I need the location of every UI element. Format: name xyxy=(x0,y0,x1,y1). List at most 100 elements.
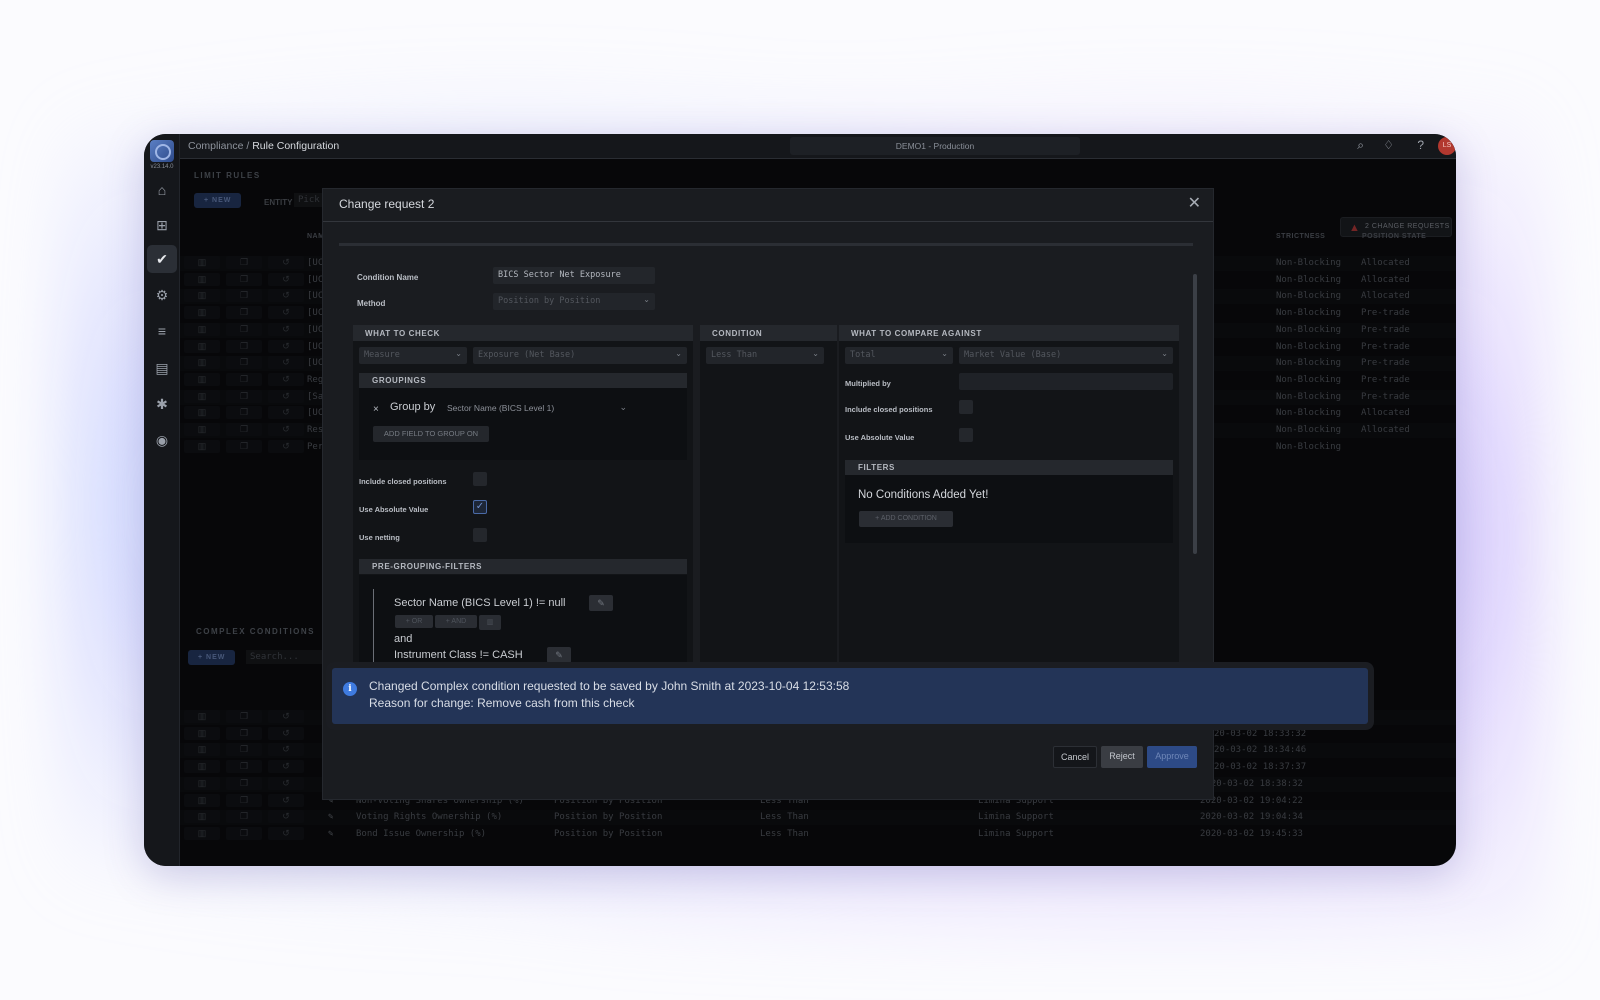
trash-icon: ▥ xyxy=(486,619,494,626)
condition-select[interactable]: Less Than ⌄ xyxy=(706,347,824,364)
add-or-button[interactable]: + OR xyxy=(395,615,433,628)
group-by-select[interactable]: Sector Name (BICS Level 1) ⌄ xyxy=(447,402,627,416)
app-window: v23.14.0 ⌂ ⊞ ✔ ⚙ ≡ ▤ ✱ ◉ Compliance / Ru… xyxy=(144,134,1456,866)
add-and-button[interactable]: + AND xyxy=(435,615,477,628)
compare-header: WHAT TO COMPARE AGAINST xyxy=(839,325,1179,341)
breadcrumb: Compliance / Rule Configuration xyxy=(188,140,339,152)
add-condition-button[interactable]: + ADD CONDITION xyxy=(859,511,953,527)
gears-icon: ⚙ xyxy=(155,286,169,303)
modal-title: Change request 2 xyxy=(339,197,435,211)
add-field-to-group-button[interactable]: ADD FIELD TO GROUP ON xyxy=(373,426,489,442)
method-value: Position by Position xyxy=(498,296,601,306)
filters-header: FILTERS xyxy=(845,460,1173,475)
measure-select[interactable]: Measure ⌄ xyxy=(359,347,467,364)
use-absolute-checkbox[interactable]: ✓ xyxy=(473,500,487,514)
approve-button[interactable]: Approve xyxy=(1147,746,1197,768)
toast-message: Changed Complex condition requested to b… xyxy=(369,679,850,693)
search-icon[interactable]: ⌕ xyxy=(1357,138,1364,153)
filters-box: No Conditions Added Yet! + ADD CONDITION xyxy=(845,475,1173,543)
environment-selector[interactable]: DEMO1 - Production xyxy=(790,137,1080,155)
home-icon: ⌂ xyxy=(157,182,167,198)
toast-reason: Reason for change: Remove cash from this… xyxy=(369,696,635,710)
group-by-value: Sector Name (BICS Level 1) xyxy=(447,403,555,413)
multiplied-by-input[interactable] xyxy=(959,373,1173,390)
groupings-header: GROUPINGS xyxy=(359,373,687,388)
condition-header: CONDITION xyxy=(700,325,837,341)
compare-field-select[interactable]: Market Value (Base) ⌄ xyxy=(959,347,1173,364)
filter-1-text: Sector Name (BICS Level 1) != null xyxy=(394,597,566,609)
clipboard-check-icon: ✔ xyxy=(156,250,168,267)
sidebar-item-compliance[interactable]: ✔ xyxy=(147,245,177,273)
compare-section: WHAT TO COMPARE AGAINST Total ⌄ Market Va… xyxy=(839,325,1179,665)
include-closed-label: Include closed positions xyxy=(359,477,447,486)
sidebar-item-security[interactable]: ◉ xyxy=(147,426,177,454)
puzzle-icon: ✱ xyxy=(156,395,168,412)
sidebar-item-plugins[interactable]: ✱ xyxy=(147,390,177,418)
checkmark-icon: ✓ xyxy=(475,501,485,512)
sidebar-item-reports[interactable]: ▤ xyxy=(147,354,177,382)
condition-section: CONDITION Less Than ⌄ xyxy=(700,325,837,665)
multiplied-by-label: Multiplied by xyxy=(845,379,891,388)
method-select[interactable]: Position by Position ⌄ xyxy=(493,293,655,310)
sidebar: v23.14.0 ⌂ ⊞ ✔ ⚙ ≡ ▤ ✱ ◉ xyxy=(144,134,180,866)
bank-icon: ⊞ xyxy=(156,216,168,233)
edit-filter-2-button[interactable]: ✎ xyxy=(547,647,571,663)
use-absolute-label: Use Absolute Value xyxy=(359,505,429,514)
check-field-select[interactable]: Exposure (Net Base) ⌄ xyxy=(473,347,687,364)
modal-divider xyxy=(323,221,1213,222)
vertical-scrollbar[interactable] xyxy=(1193,274,1197,554)
cancel-button[interactable]: Cancel xyxy=(1053,746,1097,768)
delete-filter-button[interactable]: ▥ xyxy=(479,615,501,630)
compare-use-absolute-checkbox[interactable] xyxy=(959,428,973,442)
chevron-down-icon: ⌄ xyxy=(941,349,948,358)
chevron-down-icon: ⌄ xyxy=(619,402,627,412)
info-icon: i xyxy=(343,682,357,696)
breadcrumb-current: Rule Configuration xyxy=(252,140,340,152)
breadcrumb-separator: / xyxy=(246,140,250,152)
horizontal-scrollbar[interactable] xyxy=(339,243,1193,246)
sidebar-item-approvals[interactable]: ≡ xyxy=(147,317,177,345)
group-by-label: Group by xyxy=(390,401,436,413)
condition-name-input[interactable]: BICS Sector Net Exposure xyxy=(493,267,655,284)
chevron-down-icon: ⌄ xyxy=(1161,349,1168,358)
pre-grouping-filters-header: PRE-GROUPING-FILTERS xyxy=(359,559,687,574)
breadcrumb-parent[interactable]: Compliance xyxy=(188,140,243,152)
use-netting-checkbox[interactable] xyxy=(473,528,487,542)
what-to-check-header: WHAT TO CHECK xyxy=(353,325,693,341)
shield-user-icon: ◉ xyxy=(155,431,169,448)
no-conditions-text: No Conditions Added Yet! xyxy=(858,489,989,501)
include-closed-checkbox[interactable] xyxy=(473,472,487,486)
help-icon[interactable]: ? xyxy=(1417,138,1424,152)
groupings-box: × Group by Sector Name (BICS Level 1) ⌄ … xyxy=(359,388,687,460)
sidebar-item-institutions[interactable]: ⊞ xyxy=(147,211,177,239)
edit-filter-1-button[interactable]: ✎ xyxy=(589,595,613,611)
app-version: v23.14.0 xyxy=(150,164,174,170)
aggregate-select[interactable]: Total ⌄ xyxy=(845,347,953,364)
measure-value: Measure xyxy=(364,350,400,360)
remove-grouping-icon[interactable]: × xyxy=(373,404,379,415)
compare-use-absolute-label: Use Absolute Value xyxy=(845,433,915,442)
list-check-icon: ≡ xyxy=(157,323,167,339)
filter-bracket xyxy=(373,589,374,665)
pencil-icon: ✎ xyxy=(555,650,563,660)
top-bar: Compliance / Rule Configuration DEMO1 - … xyxy=(180,134,1456,159)
chevron-down-icon: ⌄ xyxy=(643,295,650,304)
document-icon: ▤ xyxy=(155,359,169,376)
condition-value: Less Than xyxy=(711,350,758,360)
compare-include-closed-checkbox[interactable] xyxy=(959,400,973,414)
sidebar-item-home[interactable]: ⌂ xyxy=(147,176,177,204)
pencil-icon: ✎ xyxy=(597,598,605,608)
condition-name-label: Condition Name xyxy=(357,273,419,282)
compare-include-closed-label: Include closed positions xyxy=(845,405,933,414)
chevron-down-icon: ⌄ xyxy=(675,349,682,358)
sidebar-item-settings[interactable]: ⚙ xyxy=(147,281,177,309)
close-icon[interactable]: ✕ xyxy=(1188,193,1201,213)
reject-button[interactable]: Reject xyxy=(1101,746,1143,768)
pre-grouping-filters-box: Sector Name (BICS Level 1) != null ✎ + O… xyxy=(359,575,687,665)
user-avatar[interactable]: LS xyxy=(1438,137,1456,155)
bell-icon[interactable]: ♢ xyxy=(1383,138,1394,152)
filter-2-text: Instrument Class != CASH xyxy=(394,649,523,661)
app-logo[interactable] xyxy=(150,140,174,162)
compare-field-value: Market Value (Base) xyxy=(964,350,1062,360)
method-label: Method xyxy=(357,299,386,308)
